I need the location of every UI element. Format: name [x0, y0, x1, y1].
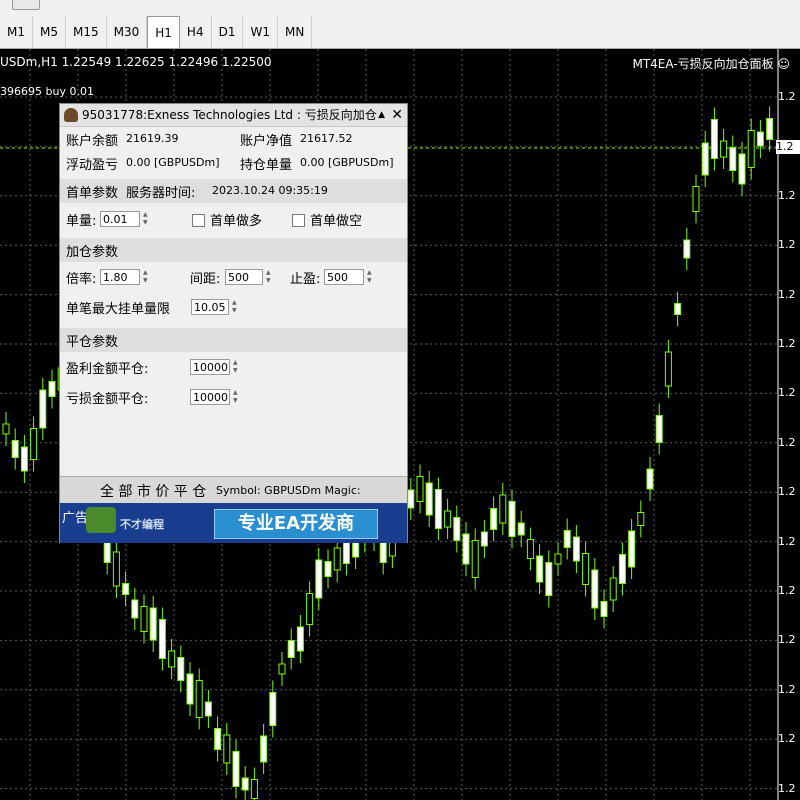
first-order-section: 首单参数 服务器时间: 2023.10.24 09:35:19 [60, 179, 407, 203]
profit-close-label: 盈利金额平仓: [66, 362, 149, 377]
float-label: 浮动盈亏 [66, 158, 119, 173]
lot-row: 单量: 0.01 ▲ ▼ 首单做多 首单做空 [60, 206, 407, 232]
distance-spinner-icon[interactable]: ▲ ▼ [266, 269, 274, 285]
tp-label: 止盈: [290, 272, 321, 287]
loss-close-spinner-icon[interactable]: ▲ ▼ [233, 389, 241, 405]
equity-value: 21617.52 [300, 132, 353, 145]
timeframe-m5[interactable]: M5 [33, 16, 66, 48]
ea-logo-icon [64, 108, 78, 122]
order-label: 396695 buy 0.01 [0, 85, 94, 98]
tp-spinner-icon[interactable]: ▲ ▼ [367, 269, 375, 285]
price-label: 1.2 [778, 781, 796, 795]
max-lot-input[interactable]: 10.05 [191, 299, 229, 315]
price-label: 1.2 [778, 584, 796, 597]
price-label: 1.2 [778, 386, 796, 400]
balance-value: 21619.39 [126, 132, 179, 145]
server-time-label: 服务器时间: [126, 186, 196, 201]
price-label: 1.2 [778, 485, 796, 499]
price-label: 1.2 [778, 238, 796, 252]
ad-banner[interactable]: 广告 不才编程 专业EA开发商 [60, 503, 407, 543]
timeframe-h1[interactable]: H1 [147, 16, 180, 48]
add-row: 倍率: 1.80 ▲ ▼ 间距: 500 ▲ ▼ 止盈: 500 ▲ ▼ [60, 266, 407, 292]
first-sell-label: 首单做空 [310, 214, 363, 229]
price-label: 1.2 [778, 287, 796, 301]
loss-close-row: 亏损金额平仓: 10000 ▲ ▼ [60, 386, 407, 412]
profit-close-spinner-icon[interactable]: ▲ ▼ [233, 359, 241, 375]
profit-close-input[interactable]: 10000 [190, 359, 230, 375]
panel-title: 95031778:Exness Technologies Ltd : 亏损反向加… [82, 108, 377, 122]
loss-close-input[interactable]: 10000 [190, 389, 230, 405]
multiplier-spinner-icon[interactable]: ▲ ▼ [143, 269, 151, 285]
max-lot-label: 单笔最大挂单量限 [66, 302, 171, 317]
first-order-section-title: 首单参数 [66, 186, 119, 201]
loss-close-label: 亏损金额平仓: [66, 392, 149, 407]
distance-label: 间距: [190, 272, 221, 287]
price-label: 1.2 [778, 682, 796, 696]
ea-control-panel: 95031778:Exness Technologies Ltd : 亏损反向加… [59, 103, 408, 543]
timeframe-h4[interactable]: H4 [180, 16, 212, 48]
max-lot-spinner-icon[interactable]: ▲ ▼ [232, 299, 240, 315]
close-section: 平仓参数 [60, 328, 407, 352]
symbol-text: Symbol: GBPUSDm Magic: [216, 484, 361, 497]
account-row-2: 浮动盈亏 0.00 [GBPUSDm] 持仓单量 0.00 [GBPUSDm] [60, 152, 407, 178]
timeframe-m15[interactable]: M15 [66, 16, 107, 48]
timeframe-bar: M1 M5 M15 M30 H1 H4 D1 W1 MN [0, 16, 313, 48]
first-buy-label: 首单做多 [210, 214, 263, 229]
price-label: 1.2 [778, 337, 796, 350]
price-label: 1.2 [778, 435, 796, 449]
add-section-title: 加仓参数 [66, 245, 119, 260]
panel-title-bar[interactable]: 95031778:Exness Technologies Ltd : 亏损反向加… [60, 104, 407, 127]
timeframe-m30[interactable]: M30 [107, 16, 148, 48]
lot-label: 单量: [66, 214, 97, 229]
ad-logo-icon [86, 507, 116, 533]
distance-input[interactable]: 500 [225, 269, 263, 285]
timeframe-mn[interactable]: MN [278, 16, 313, 48]
timeframe-toolbar: M1 M5 M15 M30 H1 H4 D1 W1 MN [0, 0, 800, 49]
close-section-title: 平仓参数 [66, 335, 119, 350]
max-lot-row: 单笔最大挂单量限 10.05 ▲ ▼ [60, 296, 407, 322]
first-buy-checkbox[interactable] [192, 214, 205, 227]
account-row-1: 账户余额 21619.39 账户净值 21617.52 [60, 126, 407, 152]
ad-label: 广告 [62, 511, 89, 526]
ad-slogan: 专业EA开发商 [214, 509, 378, 539]
timeframe-w1[interactable]: W1 [243, 16, 278, 48]
server-time-value: 2023.10.24 09:35:19 [212, 184, 328, 197]
panel-footer: 全 部 市 价 平 仓 Symbol: GBPUSDm Magic: [60, 476, 407, 503]
timeframe-d1[interactable]: D1 [212, 16, 244, 48]
price-label: 1.2 [778, 633, 796, 647]
add-section: 加仓参数 [60, 238, 407, 262]
price-label: 1.2 [778, 534, 796, 548]
minimize-icon[interactable]: ▲ [378, 104, 385, 126]
close-icon[interactable]: ✕ [391, 104, 403, 126]
lot-spinner-icon[interactable]: ▲ ▼ [143, 211, 151, 227]
ad-brand: 不才编程 [120, 518, 164, 531]
chart-icon[interactable] [12, 0, 40, 10]
equity-label: 账户净值 [240, 134, 293, 149]
current-price-label: 1.2 [776, 140, 800, 154]
tp-input[interactable]: 500 [324, 269, 364, 285]
first-sell-checkbox[interactable] [292, 214, 305, 227]
lots-value: 0.00 [GBPUSDm] [300, 156, 394, 169]
multiplier-label: 倍率: [66, 272, 97, 287]
lots-label: 持仓单量 [240, 158, 293, 173]
timeframe-m1[interactable]: M1 [0, 16, 33, 48]
float-value: 0.00 [GBPUSDm] [126, 156, 220, 169]
close-all-button[interactable]: 全 部 市 价 平 仓 [100, 481, 206, 501]
profit-close-row: 盈利金额平仓: 10000 ▲ ▼ [60, 356, 407, 382]
price-label: 1.2 [778, 90, 796, 103]
multiplier-input[interactable]: 1.80 [100, 269, 140, 285]
price-label: 1.2 [778, 732, 796, 746]
balance-label: 账户余额 [66, 134, 119, 149]
ea-name: MT4EA-亏损反向加仓面板 ☺ [632, 57, 790, 71]
price-label: 1.2 [778, 188, 796, 202]
lot-input[interactable]: 0.01 [100, 211, 140, 227]
symbol-info: USDm,H1 1.22549 1.22625 1.22496 1.22500 [0, 55, 272, 69]
